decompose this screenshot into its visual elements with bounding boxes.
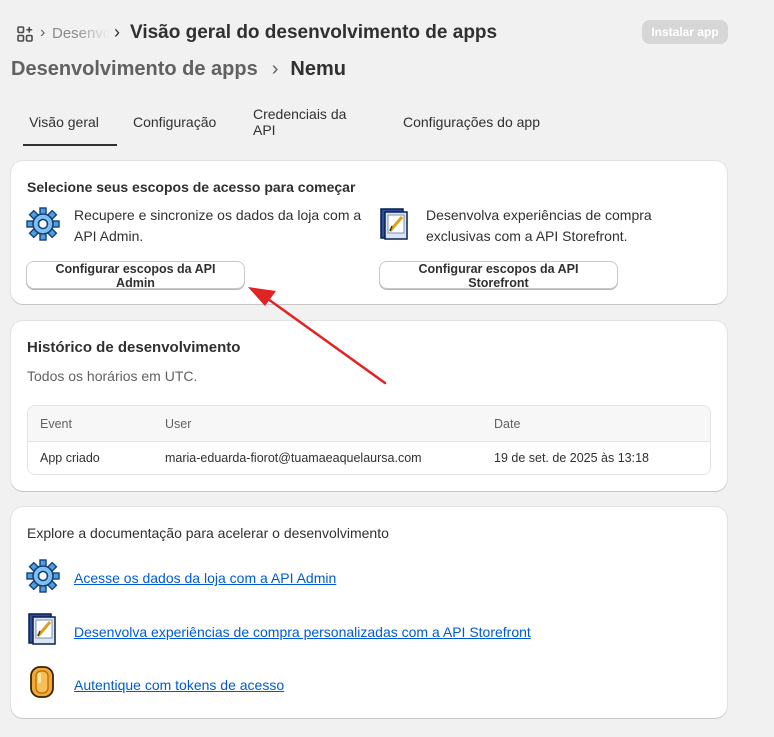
cell-user: maria-eduarda-fiorot@tuamaeaquelaursa.co… bbox=[165, 451, 422, 465]
storefront-icon bbox=[380, 208, 408, 240]
column-header-date: Date bbox=[494, 417, 521, 431]
breadcrumb-separator: › bbox=[114, 22, 120, 42]
timezone-note: Todos os horários em UTC. bbox=[27, 368, 198, 384]
admin-api-description: Recupere e sincronize os dados da loja c… bbox=[74, 207, 362, 244]
storefront-api-description: Desenvolva experiências de compra exclus… bbox=[426, 207, 652, 244]
page-title-current: Nemu bbox=[290, 58, 346, 80]
table-header: Event User Date bbox=[28, 406, 710, 442]
tab-configuration[interactable]: Configuração bbox=[117, 100, 237, 144]
access-scopes-card: Selecione seus escopos de acesso para co… bbox=[11, 161, 727, 304]
history-table: Event User Date App criado maria-eduarda… bbox=[27, 405, 711, 475]
chevron-right-icon: › bbox=[271, 58, 279, 80]
card-title: Explore a documentação para acelerar o d… bbox=[27, 525, 389, 541]
top-bar: › Desenvolvimento de apps › Visão geral … bbox=[0, 0, 774, 60]
breadcrumb-app-development[interactable]: Desenvolvimento de apps bbox=[52, 25, 110, 42]
storefront-api-docs-link[interactable]: Desenvolva experiências de compra person… bbox=[74, 624, 531, 640]
gear-icon bbox=[26, 559, 60, 593]
page-title: Desenvolvimento de apps › Nemu bbox=[11, 58, 346, 81]
storefront-icon bbox=[28, 613, 56, 645]
page-title-parent-link[interactable]: Desenvolvimento de apps bbox=[11, 58, 258, 80]
tab-app-settings[interactable]: Configurações do app bbox=[387, 100, 556, 144]
documentation-card: Explore a documentação para acelerar o d… bbox=[11, 507, 727, 718]
cell-date: 19 de set. de 2025 às 13:18 bbox=[494, 451, 649, 465]
card-title: Histórico de desenvolvimento bbox=[27, 339, 241, 356]
tab-overview[interactable]: Visão geral bbox=[11, 100, 117, 146]
access-tokens-docs-link[interactable]: Autentique com tokens de acesso bbox=[74, 677, 284, 693]
tab-bar: Visão geral Configuração Credenciais da … bbox=[11, 100, 556, 146]
table-row: App criado maria-eduarda-fiorot@tuamaeaq… bbox=[28, 442, 710, 474]
breadcrumb-title: Visão geral do desenvolvimento de apps bbox=[130, 22, 498, 43]
gear-icon bbox=[26, 207, 60, 241]
breadcrumb-separator: › bbox=[40, 24, 46, 41]
token-icon bbox=[30, 666, 54, 698]
column-header-user: User bbox=[165, 417, 192, 431]
tab-api-credentials[interactable]: Credenciais da API bbox=[237, 100, 387, 144]
admin-api-docs-link[interactable]: Acesse os dados da loja com a API Admin bbox=[74, 570, 336, 586]
apps-icon[interactable] bbox=[17, 26, 33, 42]
configure-admin-api-scopes-button[interactable]: Configurar escopos da API Admin bbox=[26, 261, 245, 290]
configure-storefront-api-scopes-button[interactable]: Configurar escopos da API Storefront bbox=[379, 261, 618, 290]
card-title: Selecione seus escopos de acesso para co… bbox=[27, 179, 356, 195]
development-history-card: Histórico de desenvolvimento Todos os ho… bbox=[11, 321, 727, 491]
cell-event: App criado bbox=[40, 451, 100, 465]
column-header-event: Event bbox=[40, 417, 72, 431]
install-app-button[interactable]: Instalar app bbox=[642, 20, 728, 44]
